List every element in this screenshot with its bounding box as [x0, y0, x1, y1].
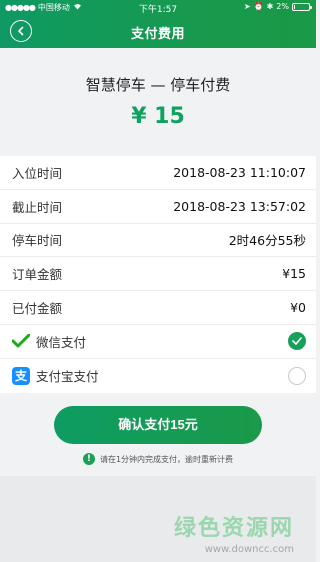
detail-value: 2时46分55秒 — [228, 233, 306, 249]
detail-row-duration: 停车时间 2时46分55秒 — [0, 224, 316, 258]
wechat-pay-icon — [12, 333, 30, 349]
page-title: 支付费用 — [130, 27, 185, 42]
detail-row-entry-time: 入位时间 2018-08-23 11:10:07 — [0, 156, 316, 190]
exclamation-icon: ! — [82, 453, 95, 465]
detail-value: 2018-08-23 11:10:07 — [173, 164, 306, 180]
notice-text: 请在1分钟内完成支付，逾时重新计费 — [99, 454, 234, 464]
battery-percent: 2% — [276, 2, 289, 11]
payment-option-label: 微信支付 — [36, 334, 87, 350]
check-icon — [292, 337, 302, 346]
status-bar: ●●●●● 中国移动 下午1:57 ➤ ⏰ ✱ 2% — [0, 0, 316, 15]
detail-value: ¥0 — [290, 300, 306, 316]
payment-option-left: 微信支付 — [12, 332, 86, 351]
payment-option-wechat[interactable]: 微信支付 — [0, 325, 316, 359]
service-title: 智慧停车 — 停车付费 — [85, 76, 231, 94]
payment-amount: ¥ 15 — [131, 104, 185, 129]
detail-value: ¥15 — [282, 266, 306, 282]
alipay-radio-unchecked[interactable] — [288, 366, 306, 385]
status-right: ➤ ⏰ ✱ 2% — [243, 2, 312, 11]
payment-option-left: 支 支付宝支付 — [12, 366, 99, 385]
confirm-payment-button[interactable]: 确认支付15元 — [54, 406, 262, 444]
watermark-url: www.downcc.com — [204, 544, 294, 555]
detail-label: 已付金额 — [12, 301, 63, 317]
watermark-title: 绿色资源网 — [173, 516, 294, 541]
detail-label: 入位时间 — [12, 165, 63, 181]
navigation-bar: ●●●●● 中国移动 下午1:57 ➤ ⏰ ✱ 2% 支付费用 — [0, 0, 316, 48]
detail-row-paid-amount: 已付金额 ¥0 — [0, 291, 316, 325]
bluetooth-icon: ✱ — [266, 2, 274, 11]
detail-row-order-amount: 订单金额 ¥15 — [0, 257, 316, 292]
detail-label: 截止时间 — [12, 199, 63, 215]
detail-row-end-time: 截止时间 2018-08-23 13:57:02 — [0, 190, 316, 224]
payment-summary: 智慧停车 — 停车付费 ¥ 15 — [0, 48, 316, 152]
detail-value: 2018-08-23 13:57:02 — [173, 198, 306, 214]
detail-label: 订单金额 — [12, 267, 63, 283]
payment-option-alipay[interactable]: 支 支付宝支付 — [0, 359, 316, 393]
location-icon: ➤ — [243, 2, 251, 11]
alipay-icon: 支 — [12, 366, 30, 385]
wechat-radio-checked[interactable] — [288, 332, 306, 351]
payment-option-label: 支付宝支付 — [36, 369, 99, 385]
watermark-logo: 绿色资源网 www.downcc.com — [174, 510, 294, 555]
order-details-list: 入位时间 2018-08-23 11:10:07 截止时间 2018-08-23… — [0, 156, 316, 393]
detail-label: 停车时间 — [12, 233, 63, 249]
alarm-icon: ⏰ — [253, 2, 264, 11]
battery-icon — [292, 2, 312, 11]
payment-notice: ! 请在1分钟内完成支付，逾时重新计费 — [0, 453, 316, 465]
